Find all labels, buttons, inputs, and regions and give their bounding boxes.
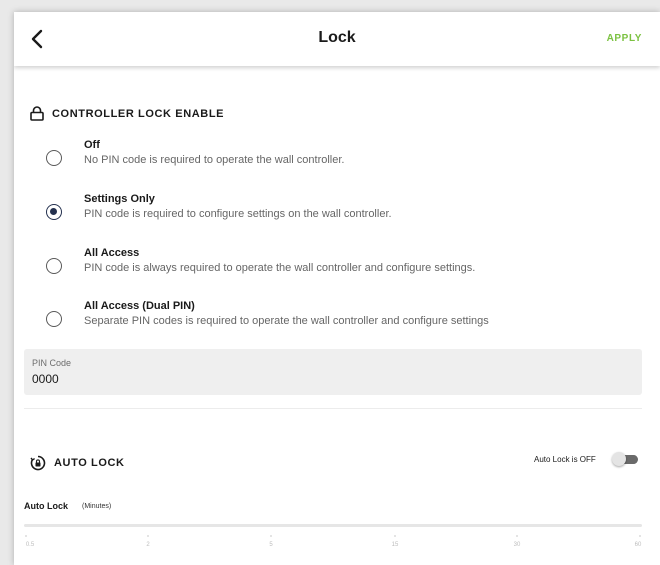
page-title: Lock bbox=[318, 29, 356, 46]
radio-option-off[interactable]: Off No PIN code is required to operate t… bbox=[14, 139, 660, 183]
option-title: All Access bbox=[84, 247, 140, 259]
option-description: No PIN code is required to operate the w… bbox=[84, 154, 345, 166]
option-title: Off bbox=[84, 139, 100, 151]
radio-button-all-access[interactable] bbox=[46, 258, 62, 274]
pin-code-value[interactable]: 0000 bbox=[32, 372, 59, 386]
option-description: PIN code is required to configure settin… bbox=[84, 208, 392, 220]
auto-lock-slider[interactable] bbox=[24, 524, 642, 527]
slider-tick bbox=[639, 535, 641, 537]
radio-button-off[interactable] bbox=[46, 150, 62, 166]
option-title: Settings Only bbox=[84, 193, 155, 205]
option-title: All Access (Dual PIN) bbox=[84, 300, 195, 312]
slider-tick-label: 60 bbox=[634, 542, 642, 548]
slider-tick-label: 2 bbox=[146, 542, 150, 548]
lock-icon bbox=[30, 106, 44, 121]
auto-lock-header: AUTO LOCK bbox=[30, 455, 125, 471]
slider-tick bbox=[25, 535, 27, 537]
pin-code-label: PIN Code bbox=[32, 358, 72, 368]
option-description: Separate PIN codes is required to operat… bbox=[84, 315, 489, 327]
slider-tick bbox=[516, 535, 518, 537]
toggle-thumb[interactable] bbox=[612, 452, 626, 466]
controller-lock-title: CONTROLLER LOCK ENABLE bbox=[52, 107, 225, 120]
radio-option-all-access-dual-pin[interactable]: All Access (Dual PIN) Separate PIN codes… bbox=[14, 300, 660, 344]
option-description: PIN code is always required to operate t… bbox=[84, 262, 476, 274]
slider-tick bbox=[147, 535, 149, 537]
pin-code-field[interactable]: PIN Code 0000 bbox=[24, 349, 642, 395]
slider-tick bbox=[270, 535, 272, 537]
slider-tick-label: 5 bbox=[269, 542, 273, 548]
top-app-bar: Lock APPLY bbox=[14, 12, 660, 66]
controller-lock-header: CONTROLLER LOCK ENABLE bbox=[30, 106, 224, 121]
radio-button-all-access-dual-pin[interactable] bbox=[46, 311, 62, 327]
auto-lock-slider-unit: (Minutes) bbox=[82, 503, 112, 510]
timer-lock-icon bbox=[30, 455, 46, 471]
slider-tick-label: 30 bbox=[513, 542, 521, 548]
auto-lock-status: Auto Lock is OFF bbox=[534, 455, 596, 464]
apply-button[interactable]: APPLY bbox=[607, 33, 642, 44]
radio-option-all-access[interactable]: All Access PIN code is always required t… bbox=[14, 247, 660, 291]
slider-tick-label: 15 bbox=[391, 542, 399, 548]
radio-button-settings-only[interactable] bbox=[46, 204, 62, 220]
auto-lock-slider-label: Auto Lock bbox=[24, 501, 68, 511]
slider-tick-label: 0.5 bbox=[25, 542, 35, 548]
auto-lock-title: AUTO LOCK bbox=[54, 457, 125, 469]
radio-option-settings-only[interactable]: Settings Only PIN code is required to co… bbox=[14, 193, 660, 237]
auto-lock-toggle[interactable] bbox=[612, 452, 640, 466]
slider-tick bbox=[394, 535, 396, 537]
lock-settings-panel: Lock APPLY CONTROLLER LOCK ENABLE Off No… bbox=[14, 12, 660, 565]
section-divider bbox=[24, 408, 642, 409]
